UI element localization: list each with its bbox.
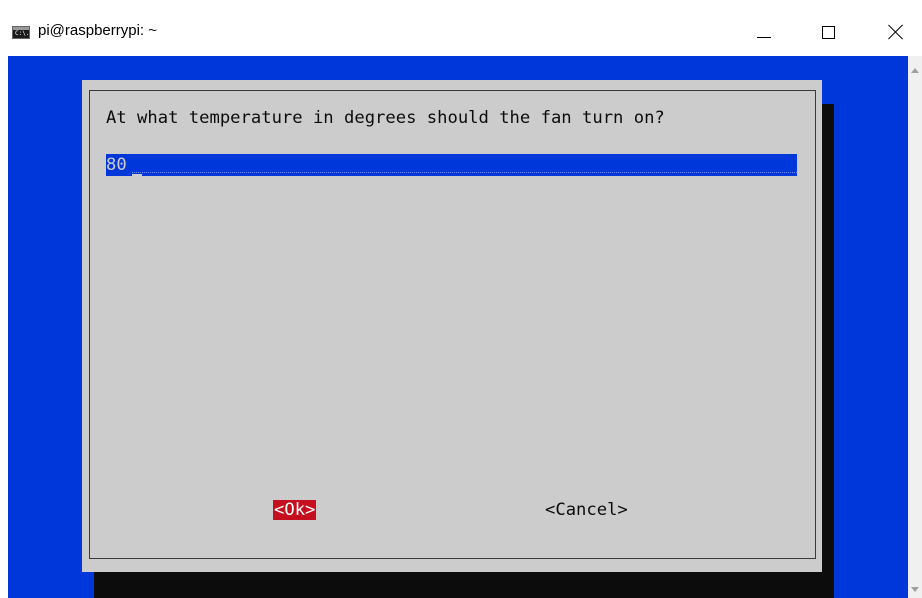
- title-bar[interactable]: C:\. pi@raspberrypi: ~: [0, 0, 922, 56]
- vertical-scrollbar[interactable]: [908, 56, 922, 598]
- terminal-area[interactable]: At what temperature in degrees should th…: [8, 56, 908, 598]
- maximize-button[interactable]: [808, 14, 848, 50]
- terminal-window: C:\. pi@raspberrypi: ~ At what temperatu…: [0, 0, 922, 598]
- minimize-icon: [757, 36, 771, 38]
- ok-button[interactable]: <Ok>: [273, 500, 317, 520]
- input-dialog: At what temperature in degrees should th…: [82, 80, 822, 572]
- maximize-icon: [821, 25, 835, 39]
- console-icon[interactable]: C:\.: [12, 26, 30, 39]
- close-icon: [888, 24, 904, 40]
- console-icon-glyph: C:\.: [15, 30, 30, 37]
- minimize-button[interactable]: [744, 14, 784, 50]
- close-button[interactable]: [876, 14, 916, 50]
- scroll-up-icon[interactable]: [911, 68, 919, 73]
- window-title: pi@raspberrypi: ~: [38, 22, 158, 39]
- input-fill-line: [132, 172, 797, 173]
- scroll-down-icon[interactable]: [911, 587, 919, 592]
- cancel-button[interactable]: <Cancel>: [545, 500, 628, 520]
- temperature-input[interactable]: 80: [106, 154, 797, 176]
- text-cursor: [132, 174, 142, 176]
- dialog-prompt: At what temperature in degrees should th…: [106, 108, 665, 128]
- temperature-input-value: 80: [106, 155, 127, 175]
